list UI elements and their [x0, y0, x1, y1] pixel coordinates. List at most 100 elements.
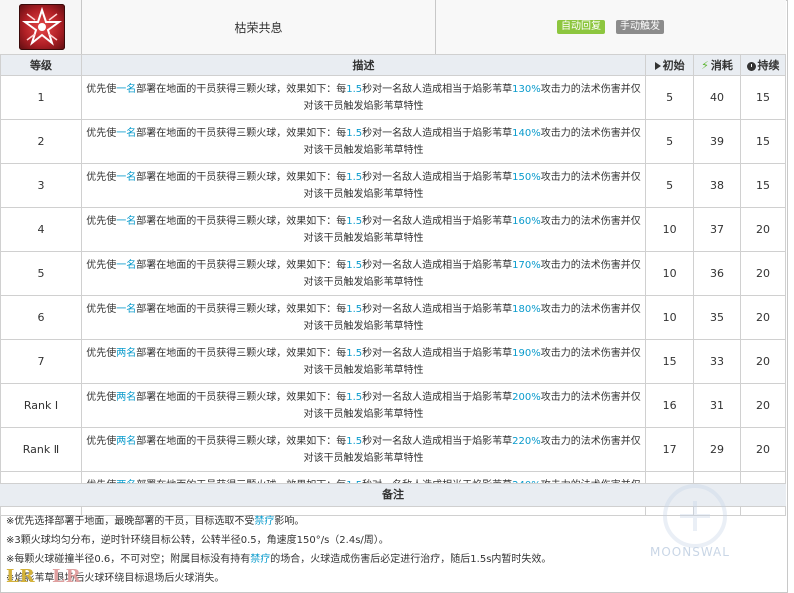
row-initial: 10 — [645, 295, 695, 340]
header-cost-label: 消耗 — [710, 59, 733, 72]
desc-interval: 1.5 — [346, 171, 363, 183]
row-level: 3 — [0, 163, 82, 208]
table-row: 1 优先使一名部署在地面的干员获得三颗火球，效果如下：每1.5秒对一名敌人造成相当… — [0, 75, 786, 120]
row-cost: 35 — [693, 295, 741, 340]
desc-text: 部署在地面的干员获得三颗火球，效果如下：每 — [136, 215, 347, 227]
table-header-row: 等级 描述 初始 ⚡ 消耗 持续 — [0, 54, 786, 76]
row-description: 优先使一名部署在地面的干员获得三颗火球，效果如下：每1.5秒对一名敌人造成相当于… — [80, 251, 647, 296]
desc-target-count: 两名 — [116, 391, 137, 403]
desc-text: 秒对一名敌人造成相当于焰影苇草 — [362, 303, 513, 315]
row-cost: 39 — [693, 119, 741, 164]
bolt-icon: ⚡ — [701, 59, 709, 72]
row-cost: 36 — [693, 251, 741, 296]
row-duration: 20 — [740, 251, 786, 296]
skill-name: 枯荣共息 — [234, 21, 283, 35]
row-level: 1 — [0, 75, 82, 120]
header-initial-label: 初始 — [662, 59, 685, 72]
desc-text: 优先使 — [86, 391, 117, 403]
desc-text: 部署在地面的干员获得三颗火球，效果如下：每 — [136, 127, 347, 139]
desc-target-count: 一名 — [116, 259, 137, 271]
row-initial: 10 — [645, 251, 695, 296]
row-description: 优先使一名部署在地面的干员获得三颗火球，效果如下：每1.5秒对一名敌人造成相当于… — [80, 75, 647, 120]
desc-interval: 1.5 — [346, 347, 363, 359]
row-level: Rank Ⅱ — [0, 427, 82, 472]
desc-text: 秒对一名敌人造成相当于焰影苇草 — [362, 83, 513, 95]
row-initial: 16 — [645, 383, 695, 428]
row-cost: 29 — [693, 427, 741, 472]
header-cost: ⚡ 消耗 — [693, 54, 741, 76]
note-text: 影响。 — [274, 516, 305, 527]
skill-icon — [19, 4, 65, 50]
row-duration: 15 — [740, 163, 786, 208]
table-row: 7 优先使两名部署在地面的干员获得三颗火球，效果如下：每1.5秒对一名敌人造成相当… — [0, 339, 786, 384]
header-duration-label: 持续 — [757, 59, 780, 72]
desc-percent: 160% — [512, 215, 541, 227]
desc-text: 优先使 — [86, 171, 117, 183]
row-cost: 38 — [693, 163, 741, 208]
table-row: Rank Ⅰ 优先使两名部署在地面的干员获得三颗火球，效果如下：每1.5秒对一名敌… — [0, 383, 786, 428]
row-description: 优先使一名部署在地面的干员获得三颗火球，效果如下：每1.5秒对一名敌人造成相当于… — [80, 207, 647, 252]
row-duration: 15 — [740, 75, 786, 120]
row-initial: 5 — [645, 119, 695, 164]
header-desc: 描述 — [80, 54, 647, 76]
header-initial: 初始 — [645, 54, 695, 76]
desc-text: 秒对一名敌人造成相当于焰影苇草 — [362, 347, 513, 359]
desc-text: 优先使 — [86, 83, 117, 95]
desc-text: 秒对一名敌人造成相当于焰影苇草 — [362, 259, 513, 271]
row-level: 5 — [0, 251, 82, 296]
table-row: 2 优先使一名部署在地面的干员获得三颗火球，效果如下：每1.5秒对一名敌人造成相当… — [0, 119, 786, 164]
skill-header: 枯荣共息 自动回复 手动触发 — [0, 0, 786, 55]
skill-level-table: 等级 描述 初始 ⚡ 消耗 持续 1 优先使一名部署在地面的干员获得三颗火球，效果如… — [0, 54, 786, 516]
desc-text: 秒对一名敌人造成相当于焰影苇草 — [362, 215, 513, 227]
row-level: 4 — [0, 207, 82, 252]
desc-percent: 150% — [512, 171, 541, 183]
desc-target-count: 一名 — [116, 303, 137, 315]
desc-percent: 180% — [512, 303, 541, 315]
row-level: 2 — [0, 119, 82, 164]
lr-logo-secondary: LR — [52, 566, 82, 587]
row-initial: 5 — [645, 163, 695, 208]
desc-text: 优先使 — [86, 435, 117, 447]
desc-interval: 1.5 — [346, 83, 363, 95]
desc-text: 优先使 — [86, 215, 117, 227]
note-highlight: 禁疗 — [254, 516, 275, 527]
watermark-text: MOONSWAL — [650, 545, 730, 559]
row-level: 7 — [0, 339, 82, 384]
desc-text: 部署在地面的干员获得三颗火球，效果如下：每 — [136, 171, 347, 183]
header-duration: 持续 — [740, 54, 786, 76]
desc-text: 部署在地面的干员获得三颗火球，效果如下：每 — [136, 435, 347, 447]
row-duration: 20 — [740, 207, 786, 252]
row-description: 优先使两名部署在地面的干员获得三颗火球，效果如下：每1.5秒对一名敌人造成相当于… — [80, 427, 647, 472]
row-cost: 31 — [693, 383, 741, 428]
desc-percent: 190% — [512, 347, 541, 359]
row-description: 优先使两名部署在地面的干员获得三颗火球，效果如下：每1.5秒对一名敌人造成相当于… — [80, 339, 647, 384]
desc-target-count: 两名 — [116, 347, 137, 359]
row-level: 6 — [0, 295, 82, 340]
desc-target-count: 一名 — [116, 171, 137, 183]
desc-text: 部署在地面的干员获得三颗火球，效果如下：每 — [136, 83, 347, 95]
table-row: 6 优先使一名部署在地面的干员获得三颗火球，效果如下：每1.5秒对一名敌人造成相当… — [0, 295, 786, 340]
row-description: 优先使一名部署在地面的干员获得三颗火球，效果如下：每1.5秒对一名敌人造成相当于… — [80, 119, 647, 164]
skill-name-cell: 枯荣共息 — [82, 0, 436, 54]
row-duration: 20 — [740, 295, 786, 340]
desc-text: 部署在地面的干员获得三颗火球，效果如下：每 — [136, 347, 347, 359]
row-duration: 20 — [740, 383, 786, 428]
table-row: Rank Ⅱ 优先使两名部署在地面的干员获得三颗火球，效果如下：每1.5秒对一名敌… — [0, 427, 786, 472]
play-icon — [654, 62, 661, 70]
table-row: 4 优先使一名部署在地面的干员获得三颗火球，效果如下：每1.5秒对一名敌人造成相当… — [0, 207, 786, 252]
note-text: ※每颗火球碰撞半径0.6，不可对空；附属目标没有持有 — [6, 554, 251, 565]
row-description: 优先使一名部署在地面的干员获得三颗火球，效果如下：每1.5秒对一名敌人造成相当于… — [80, 295, 647, 340]
desc-text: 秒对一名敌人造成相当于焰影苇草 — [362, 171, 513, 183]
desc-text: 部署在地面的干员获得三颗火球，效果如下：每 — [136, 303, 347, 315]
row-description: 优先使两名部署在地面的干员获得三颗火球，效果如下：每1.5秒对一名敌人造成相当于… — [80, 383, 647, 428]
desc-interval: 1.5 — [346, 127, 363, 139]
desc-percent: 220% — [512, 435, 541, 447]
desc-text: 部署在地面的干员获得三颗火球，效果如下：每 — [136, 259, 347, 271]
desc-target-count: 一名 — [116, 215, 137, 227]
desc-text: 优先使 — [86, 259, 117, 271]
desc-text: 秒对一名敌人造成相当于焰影苇草 — [362, 391, 513, 403]
tag-auto-recovery: 自动回复 — [557, 20, 605, 34]
tag-manual-trigger: 手动触发 — [616, 20, 664, 34]
skill-tag-cell: 自动回复 手动触发 — [436, 0, 786, 54]
desc-text: 优先使 — [86, 127, 117, 139]
